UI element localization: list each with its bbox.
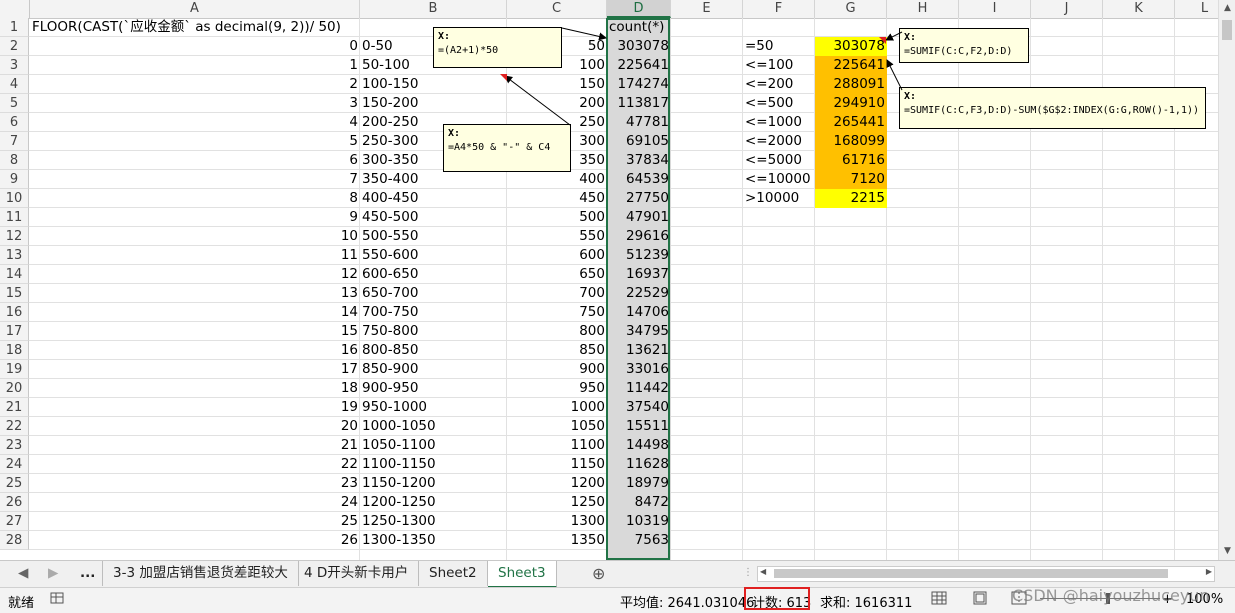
accessibility-icon[interactable] bbox=[50, 591, 64, 609]
tab-overflow-ellipsis[interactable]: ... bbox=[70, 561, 105, 586]
tab-sheet3[interactable]: Sheet3 bbox=[488, 561, 557, 588]
comment-indicator-b3 bbox=[500, 74, 507, 81]
vertical-scroll-thumb[interactable] bbox=[1222, 20, 1232, 40]
comment-arrow-2 bbox=[504, 75, 571, 126]
tab-scroll-right-icon[interactable]: ▶ bbox=[44, 561, 62, 586]
horizontal-scrollbar[interactable]: ◀ ▶ bbox=[757, 566, 1215, 582]
status-ready: 就绪 bbox=[8, 596, 35, 611]
scroll-left-icon[interactable]: ◀ bbox=[760, 567, 766, 576]
tab-sheet-3-3[interactable]: 3-3 加盟店销售退货差距较大 bbox=[102, 561, 299, 586]
status-average: 平均值: 2641.031046 bbox=[620, 596, 755, 611]
comment-arrow-1 bbox=[561, 27, 607, 41]
comment-arrow-3 bbox=[885, 31, 903, 41]
tab-sheet2[interactable]: Sheet2 bbox=[419, 561, 488, 586]
splitter-dots-icon[interactable]: ⋮ bbox=[743, 567, 753, 578]
status-bar: 就绪 平均值: 2641.031046 计数: 613 求和: 1616311 … bbox=[0, 586, 1235, 613]
comment-indicator-g2 bbox=[879, 37, 886, 44]
tab-sheet-4d[interactable]: 4 D开头新卡用户 bbox=[294, 561, 420, 586]
status-sum: 求和: 1616311 bbox=[820, 596, 913, 611]
count-highlight-box bbox=[744, 587, 810, 610]
add-sheet-icon[interactable]: ⊕ bbox=[582, 561, 615, 586]
vertical-scrollbar[interactable]: ▲ ▼ bbox=[1218, 0, 1235, 560]
scroll-right-icon[interactable]: ▶ bbox=[1206, 567, 1212, 576]
comment-arrow-4 bbox=[886, 59, 903, 91]
scroll-up-icon[interactable]: ▲ bbox=[1219, 0, 1235, 17]
tab-scroll-left-icon[interactable]: ◀ bbox=[14, 561, 32, 586]
scroll-down-icon[interactable]: ▼ bbox=[1219, 543, 1235, 560]
horizontal-scroll-thumb[interactable] bbox=[774, 569, 1168, 578]
comment-arrows bbox=[500, 27, 903, 126]
csdn-watermark: CSDN @haiyouzhuceyun bbox=[1012, 586, 1210, 605]
normal-view-icon[interactable] bbox=[931, 591, 947, 609]
page-layout-view-icon[interactable] bbox=[972, 591, 988, 609]
spreadsheet-grid[interactable]: ABCDEFGHIJKL 1 2 3 4 5 6 7 8 9 10 11 12 13 14 15 16 17 18… bbox=[0, 0, 1218, 560]
